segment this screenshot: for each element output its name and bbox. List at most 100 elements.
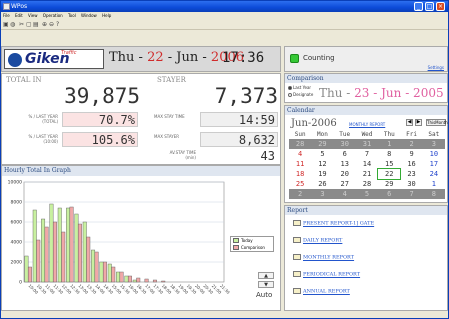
calendar-day[interactable]: 13 xyxy=(334,159,356,169)
calendar-day[interactable]: 1 xyxy=(423,179,445,189)
bar-comparison xyxy=(77,223,82,283)
total-in-value: 39,875 xyxy=(64,84,140,108)
report-daily[interactable]: DAILY REPORT xyxy=(293,237,342,244)
calendar-day[interactable]: 28 xyxy=(356,179,378,189)
calendar-day[interactable]: 29 xyxy=(311,139,334,149)
y-tick-label: 10000 xyxy=(8,180,22,186)
calendar-day[interactable]: 26 xyxy=(311,179,333,189)
calendar-day[interactable]: 6 xyxy=(334,149,356,159)
calendar-day[interactable]: 17 xyxy=(423,159,445,169)
copy-icon[interactable]: ▢ xyxy=(26,22,32,28)
report-monthly[interactable]: MONTHLY REPORT xyxy=(293,254,354,261)
calendar-day[interactable]: 2 xyxy=(289,189,312,199)
this-month-button[interactable]: ThisMonth xyxy=(426,119,448,126)
calendar-day[interactable]: 3 xyxy=(422,139,445,149)
calendar-day[interactable]: 5 xyxy=(355,189,379,199)
calendar-day[interactable]: 4 xyxy=(333,189,356,199)
scroll-down-button[interactable]: ▼ xyxy=(258,281,274,288)
bar-today xyxy=(57,207,62,283)
bar-today xyxy=(74,213,79,283)
paste-icon[interactable]: ▤ xyxy=(33,22,39,28)
bar-comparison xyxy=(44,226,49,283)
calendar-day[interactable]: 14 xyxy=(356,159,378,169)
bar-today xyxy=(107,263,112,283)
calendar-day[interactable]: 20 xyxy=(334,169,356,179)
calendar-day[interactable]: 4 xyxy=(289,149,311,159)
auto-button[interactable]: Auto xyxy=(256,291,276,301)
calendar-day[interactable]: 8 xyxy=(422,189,445,199)
bar-comparison xyxy=(86,236,91,283)
scroll-up-button[interactable]: ▲ xyxy=(258,272,274,279)
stayer-value: 7,373 xyxy=(214,84,278,108)
menu-window[interactable]: Window xyxy=(81,13,97,18)
bar-comparison xyxy=(94,251,99,283)
calendar-day[interactable]: 19 xyxy=(311,169,333,179)
bar-comparison xyxy=(152,279,157,283)
calendar-day[interactable]: 18 xyxy=(289,169,311,179)
calendar-day[interactable]: 7 xyxy=(400,189,423,199)
calendar-day[interactable]: 9 xyxy=(400,149,422,159)
calendar-day[interactable]: 7 xyxy=(356,149,378,159)
hourly-bar-chart: 020004000600080001000010:0010:3011:0011:… xyxy=(8,180,231,296)
radio-designate[interactable]: Designate xyxy=(288,92,313,97)
open-icon[interactable]: ▣ xyxy=(3,22,9,28)
calendar-day[interactable]: 30 xyxy=(400,179,422,189)
next-month-button[interactable]: ▶ xyxy=(415,119,422,126)
calendar-day[interactable]: 30 xyxy=(333,139,356,149)
cut-icon[interactable]: ✂ xyxy=(19,22,25,28)
calendar-day[interactable]: 21 xyxy=(356,169,378,179)
menu-tool[interactable]: Tool xyxy=(68,13,76,18)
report-present-gate[interactable]: PRESENT REPORT-1] GATE xyxy=(293,220,374,227)
calendar-day[interactable]: 16 xyxy=(400,159,422,169)
comparison-date: Thu - 23 - Jun - 2005 xyxy=(319,86,444,100)
calendar-day[interactable]: 6 xyxy=(378,189,401,199)
app-icon xyxy=(3,3,10,10)
calendar-day[interactable]: 8 xyxy=(378,149,400,159)
menu-view[interactable]: View xyxy=(28,13,38,18)
calendar-day[interactable]: 24 xyxy=(423,169,445,179)
zoom-out-icon[interactable]: ⊖ xyxy=(49,22,55,28)
radio-last-year[interactable]: Last Year xyxy=(288,85,311,90)
calendar-day[interactable]: 12 xyxy=(311,159,333,169)
calendar-day[interactable]: 3 xyxy=(311,189,334,199)
calendar-day[interactable]: 31 xyxy=(355,139,379,149)
calendar-day[interactable]: 1 xyxy=(378,139,401,149)
bar-comparison xyxy=(27,266,32,283)
bar-today xyxy=(99,261,104,283)
calendar-day[interactable]: 27 xyxy=(334,179,356,189)
calendar-day[interactable]: 23 xyxy=(400,169,422,179)
minimize-button[interactable]: _ xyxy=(414,2,423,11)
calendar-day[interactable]: 5 xyxy=(311,149,333,159)
calendar-day[interactable]: 11 xyxy=(289,159,311,169)
calendar-day[interactable]: 25 xyxy=(289,179,311,189)
report-file-icon xyxy=(293,220,301,226)
window-title: WPos xyxy=(11,3,28,10)
y-tick-label: 4000 xyxy=(11,240,23,246)
menu-help[interactable]: Help xyxy=(102,13,111,18)
legend-swatch-comparison xyxy=(233,245,239,250)
y-tick-label: 2000 xyxy=(11,260,23,266)
help-icon[interactable]: ? xyxy=(56,22,62,28)
calendar-day[interactable]: 15 xyxy=(378,159,400,169)
bar-comparison xyxy=(161,280,166,283)
monthly-report-link[interactable]: MONTHLY REPORT xyxy=(349,122,385,127)
report-periodical[interactable]: PERIODICAL REPORT xyxy=(293,271,360,278)
calendar-day[interactable]: 10 xyxy=(423,149,445,159)
max-stay-time-value: 14:59 xyxy=(200,112,278,127)
menu-operation[interactable]: Operation xyxy=(43,13,63,18)
menu-edit[interactable]: Edit xyxy=(15,13,23,18)
close-button[interactable]: × xyxy=(436,2,445,11)
calendar-day[interactable]: 29 xyxy=(378,179,400,189)
maximize-button[interactable]: □ xyxy=(425,2,434,11)
prev-month-button[interactable]: ◀ xyxy=(406,119,413,126)
report-annual[interactable]: ANNUAL REPORT xyxy=(293,288,350,295)
settings-link[interactable]: Settings xyxy=(428,65,444,70)
last-year-10-label: % / LAST YEAR (10:00) xyxy=(28,134,59,144)
menu-file[interactable]: File xyxy=(3,13,10,18)
zoom-in-icon[interactable]: ⊕ xyxy=(42,22,48,28)
graph-title: Hourly Total In Graph xyxy=(2,166,280,176)
calendar-day[interactable]: 22 xyxy=(377,168,402,180)
calendar-day[interactable]: 2 xyxy=(400,139,423,149)
calendar-day[interactable]: 28 xyxy=(289,139,312,149)
print-icon[interactable]: ◍ xyxy=(10,22,16,28)
